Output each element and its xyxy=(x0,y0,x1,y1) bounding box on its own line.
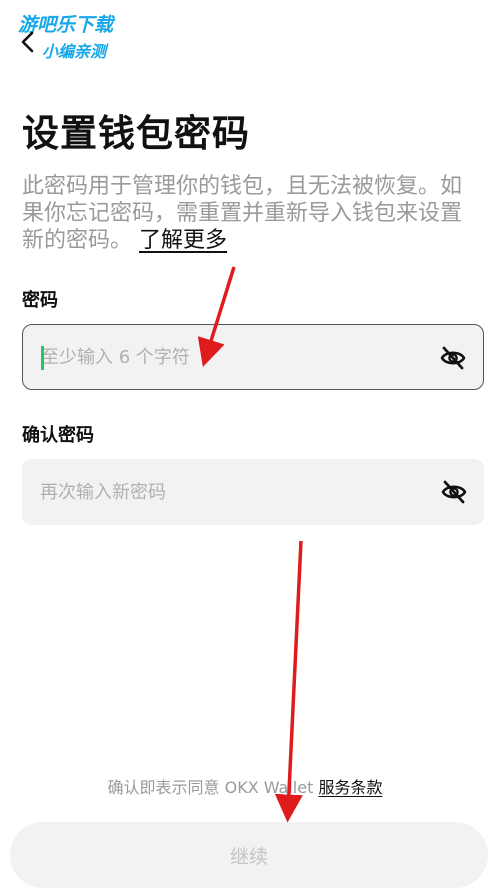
confirm-password-field[interactable] xyxy=(22,459,484,525)
page-description: 此密码用于管理你的钱包，且无法被恢复。如果你忘记密码，需重置并重新导入钱包来设置… xyxy=(22,173,478,254)
learn-more-link[interactable]: 了解更多 xyxy=(139,228,227,253)
eye-off-icon xyxy=(440,346,466,370)
password-field[interactable] xyxy=(22,324,484,390)
confirm-visibility-toggle[interactable] xyxy=(440,478,468,506)
terms-notice: 确认即表示同意 OKX Wallet 服务条款 xyxy=(0,774,490,798)
terms-of-service-link[interactable]: 服务条款 xyxy=(318,778,382,797)
password-input[interactable] xyxy=(41,325,421,389)
text-caret xyxy=(41,346,44,370)
annotation-arrow-2 xyxy=(274,540,303,823)
eye-off-icon xyxy=(441,480,467,504)
password-label: 密码 xyxy=(22,290,58,311)
continue-button[interactable]: 继续 xyxy=(10,822,488,888)
confirm-password-label: 确认密码 xyxy=(22,425,94,446)
confirm-password-input[interactable] xyxy=(40,459,420,525)
page-title: 设置钱包密码 xyxy=(22,112,250,155)
back-button[interactable] xyxy=(14,28,42,56)
watermark-line-2: 小编亲测 xyxy=(42,42,107,61)
description-text: 此密码用于管理你的钱包，且无法被恢复。如果你忘记密码，需重置并重新导入钱包来设置… xyxy=(22,174,463,253)
terms-text: 确认即表示同意 OKX Wallet xyxy=(107,778,319,797)
chevron-left-icon xyxy=(21,31,34,53)
password-visibility-toggle[interactable] xyxy=(439,344,467,372)
